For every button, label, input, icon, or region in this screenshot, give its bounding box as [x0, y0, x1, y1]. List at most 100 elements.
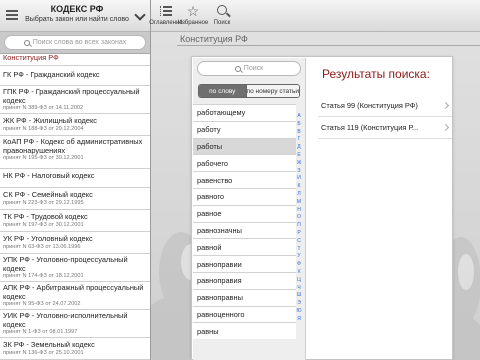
word-list-item[interactable]: равноправии — [193, 255, 296, 272]
word-list-item[interactable]: равной — [193, 238, 296, 256]
segment-by-word[interactable]: по слову — [199, 85, 246, 97]
alphabet-index-letter[interactable]: У — [295, 253, 303, 261]
code-item-gpk[interactable]: ГПК РФ - Гражданский процессуальный коде… — [0, 86, 150, 114]
alphabet-index-letter[interactable]: П — [295, 222, 303, 230]
alphabet-index-letter[interactable]: Р — [295, 230, 303, 238]
chevron-right-icon — [441, 123, 450, 132]
code-accepted: принят N 174-ФЗ от 18.12.2001 — [3, 273, 84, 279]
alphabet-index-letter[interactable]: Ю — [295, 308, 303, 316]
search-icon — [23, 39, 30, 46]
alphabet-index-letter[interactable]: Н — [295, 207, 303, 215]
chevron-down-icon[interactable] — [134, 9, 146, 21]
search-card: Поиск по слову по номеру статьи работающ… — [191, 56, 453, 360]
code-accepted: принят N 188-ФЗ от 29.12.2004 — [3, 125, 84, 132]
menu-icon[interactable] — [6, 10, 18, 20]
code-name: ГПК РФ - Гражданский процессуальный коде… — [3, 87, 140, 105]
word-list-item[interactable]: работы — [193, 137, 296, 155]
alphabet-index-letter[interactable]: Л — [295, 191, 303, 199]
code-item-zk[interactable]: ЗК РФ - Земельный кодекс принят N 136-ФЗ… — [0, 338, 150, 360]
alphabet-index-letter[interactable]: О — [295, 214, 303, 222]
global-search-placeholder: Поиск слова во всех законах — [32, 39, 127, 46]
code-item-sk[interactable]: СК РФ - Семейный кодекс принят N 223-ФЗ … — [0, 188, 150, 210]
chevron-right-icon — [441, 101, 450, 110]
code-accepted: принят N 63-ФЗ от 13.06.1996 — [3, 243, 81, 250]
alphabet-index-letter[interactable]: Ш — [295, 292, 303, 300]
results-title: Результаты поиска: — [322, 67, 430, 81]
code-name: КоАП РФ - Кодекс об административных пра… — [3, 137, 143, 155]
laws-sidebar: КОДЕКС РФ Выбрать закон или найти слово … — [0, 0, 151, 360]
code-item-uik[interactable]: УИК РФ - Уголовно-исполнительный кодекс … — [0, 310, 150, 338]
word-list-item[interactable]: равнозначны — [193, 221, 296, 239]
code-name: УИК РФ - Уголовно-исполнительный кодекс — [3, 311, 128, 329]
alphabet-index-letter[interactable]: К — [295, 183, 303, 191]
code-accepted: принят N 223-ФЗ от 29.12.1995 — [3, 199, 84, 206]
search-button[interactable]: Поиск — [205, 2, 239, 30]
alphabet-index-letter[interactable]: Б — [295, 121, 303, 129]
alphabet-index-letter[interactable]: Я — [295, 316, 303, 324]
word-index-panel: Поиск по слову по номеру статьи работающ… — [193, 58, 306, 360]
alphabet-index-letter[interactable]: И — [295, 175, 303, 183]
word-search-placeholder: Поиск — [243, 65, 264, 72]
word-list-item[interactable]: равенство — [193, 171, 296, 188]
word-list-item[interactable]: работу — [193, 120, 296, 138]
word-list-item[interactable]: работающему — [193, 104, 296, 121]
global-search-input[interactable]: Поиск слова во всех законах — [4, 35, 146, 50]
alphabet-index-letter[interactable]: А — [295, 113, 303, 121]
code-item-apk[interactable]: АПК РФ - Арбитражный процессуальный коде… — [0, 282, 150, 310]
search-result-item[interactable]: Статья 99 (Конституция РФ) — [318, 95, 452, 117]
code-accepted: принят N 195-ФЗ от 30.12.2001 — [3, 155, 84, 161]
alphabet-index-letter[interactable]: Э — [295, 300, 303, 308]
alphabet-index-letter[interactable]: Ч — [295, 285, 303, 293]
code-name: УК РФ - Уголовный кодекс — [3, 234, 93, 243]
alphabet-index-letter[interactable]: Д — [295, 144, 303, 152]
page-title: Конституция РФ — [180, 34, 248, 44]
code-item-uk[interactable]: УК РФ - Уголовный кодекс принят N 63-ФЗ … — [0, 232, 150, 254]
word-list-item[interactable]: равное — [193, 204, 296, 222]
top-toolbar: Оглавление ☆ Избранное Поиск — [149, 0, 480, 32]
code-item-koap[interactable]: КоАП РФ - Кодекс об административных пра… — [0, 136, 150, 169]
word-list-item[interactable]: равноценного — [193, 305, 296, 323]
sidebar-header: КОДЕКС РФ Выбрать закон или найти слово — [0, 0, 150, 32]
alphabet-index-letter[interactable]: М — [295, 199, 303, 207]
word-list-item[interactable]: равного — [193, 187, 296, 205]
segment-by-article-number[interactable]: по номеру статьи — [245, 85, 299, 97]
title-divider — [177, 45, 480, 46]
sidebar-title: КОДЕКС РФ — [50, 4, 104, 14]
search-icon — [217, 5, 227, 15]
search-label: Поиск — [213, 20, 231, 26]
word-list-item[interactable]: равноправия — [193, 271, 296, 289]
code-item-constitution[interactable]: Конституция РФ — [0, 53, 150, 66]
word-search-input[interactable]: Поиск — [197, 61, 301, 76]
code-item-nk[interactable]: НК РФ - Налоговый кодекс — [0, 169, 150, 188]
word-list-item[interactable]: равноправны — [193, 288, 296, 306]
code-accepted: принят N 197-ФЗ от 30.12.2001 — [3, 221, 84, 228]
code-item-upk[interactable]: УПК РФ - Уголовно-процессуальный кодекс … — [0, 254, 150, 282]
code-name: АПК РФ - Арбитражный процессуальный коде… — [3, 283, 144, 301]
code-item-tk[interactable]: ТК РФ - Трудовой кодекс принят N 197-ФЗ … — [0, 210, 150, 232]
alphabet-index-letter[interactable]: С — [295, 238, 303, 246]
alphabet-index-letter[interactable]: З — [295, 168, 303, 176]
alphabet-index-letter[interactable]: Х — [295, 269, 303, 277]
alphabet-index-letter[interactable]: В — [295, 129, 303, 137]
word-list-item[interactable]: рабочего — [193, 154, 296, 172]
search-result-item[interactable]: Статья 119 (Конституция Р... — [318, 117, 452, 139]
main-content: Конституция РФ Поиск по слову по номеру … — [151, 32, 480, 360]
alphabet-index-letter[interactable]: Е — [295, 152, 303, 160]
search-result-label: Статья 119 (Конституция Р... — [321, 123, 419, 132]
alphabet-index-letter[interactable]: Ж — [295, 160, 303, 168]
word-list: работающему работу работы рабочего равенство… — [193, 104, 296, 340]
alphabet-index-letter[interactable]: Т — [295, 246, 303, 254]
code-item-gk[interactable]: ГК РФ - Гражданский кодекс — [0, 66, 150, 86]
code-accepted: принят N 95-ФЗ от 24.07.2002 — [3, 301, 81, 307]
results-list: Статья 99 (Конституция РФ) Статья 119 (Ко… — [318, 95, 452, 139]
alphabet-index-letter[interactable]: Ц — [295, 277, 303, 285]
word-list-item[interactable]: равны — [193, 322, 296, 340]
word-search-bar: Поиск — [193, 58, 305, 80]
alphabet-index-letter[interactable]: Ф — [295, 261, 303, 269]
star-icon: ☆ — [186, 3, 200, 19]
code-accepted: принят N 1-ФЗ от 08.01.1997 — [3, 329, 78, 335]
code-name: УПК РФ - Уголовно-процессуальный кодекс — [3, 255, 128, 273]
search-icon — [234, 65, 241, 72]
code-item-zhk[interactable]: ЖК РФ - Жилищный кодекс принят N 188-ФЗ … — [0, 114, 150, 136]
alphabet-index-letter[interactable]: Г — [295, 136, 303, 144]
